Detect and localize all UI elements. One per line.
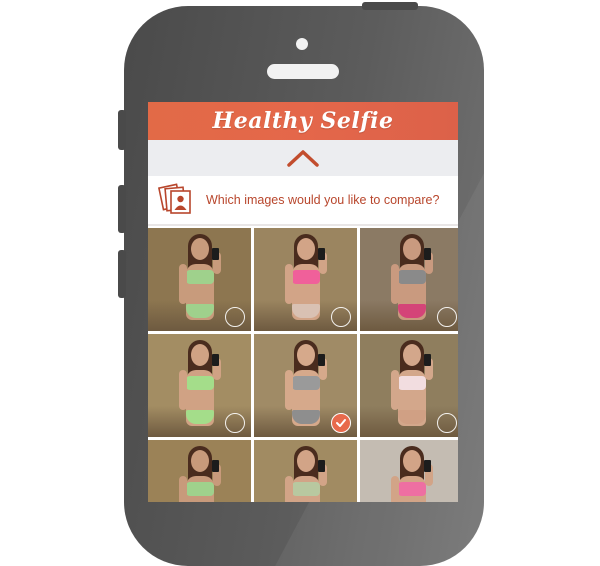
speaker-grille	[267, 64, 339, 79]
photo-tile[interactable]	[360, 334, 458, 437]
photo-tile[interactable]	[254, 440, 357, 502]
app-title: Healthy Selfie	[212, 108, 394, 134]
photo-tile[interactable]	[254, 334, 357, 437]
photo-grid	[148, 226, 458, 502]
top-power-button	[362, 2, 418, 10]
side-button-top	[118, 110, 126, 150]
select-circle-icon[interactable]	[331, 307, 351, 327]
selfie-photo	[148, 440, 251, 502]
select-circle-icon[interactable]	[225, 413, 245, 433]
side-button-mid	[118, 185, 126, 233]
app-screen: Healthy Selfie Which images would you li…	[148, 102, 458, 502]
photo-tile[interactable]	[148, 228, 251, 331]
photo-tile[interactable]	[254, 228, 357, 331]
collapse-toggle[interactable]	[148, 140, 458, 176]
select-circle-icon[interactable]	[437, 413, 457, 433]
chevron-up-icon[interactable]	[286, 149, 320, 167]
compare-prompt: Which images would you like to compare?	[148, 176, 458, 224]
photo-tile[interactable]	[360, 228, 458, 331]
compare-prompt-text: Which images would you like to compare?	[206, 193, 440, 207]
select-circle-icon[interactable]	[225, 307, 245, 327]
app-header: Healthy Selfie	[148, 102, 458, 140]
checkmark-selected-icon[interactable]	[331, 413, 351, 433]
photos-stack-icon	[158, 183, 191, 214]
selfie-photo	[254, 440, 357, 502]
selfie-photo	[360, 440, 458, 502]
side-button-low	[118, 250, 126, 298]
photo-tile[interactable]	[360, 440, 458, 502]
photo-tile[interactable]	[148, 334, 251, 437]
select-circle-icon[interactable]	[437, 307, 457, 327]
photo-tile[interactable]	[148, 440, 251, 502]
front-camera-icon	[296, 38, 308, 50]
